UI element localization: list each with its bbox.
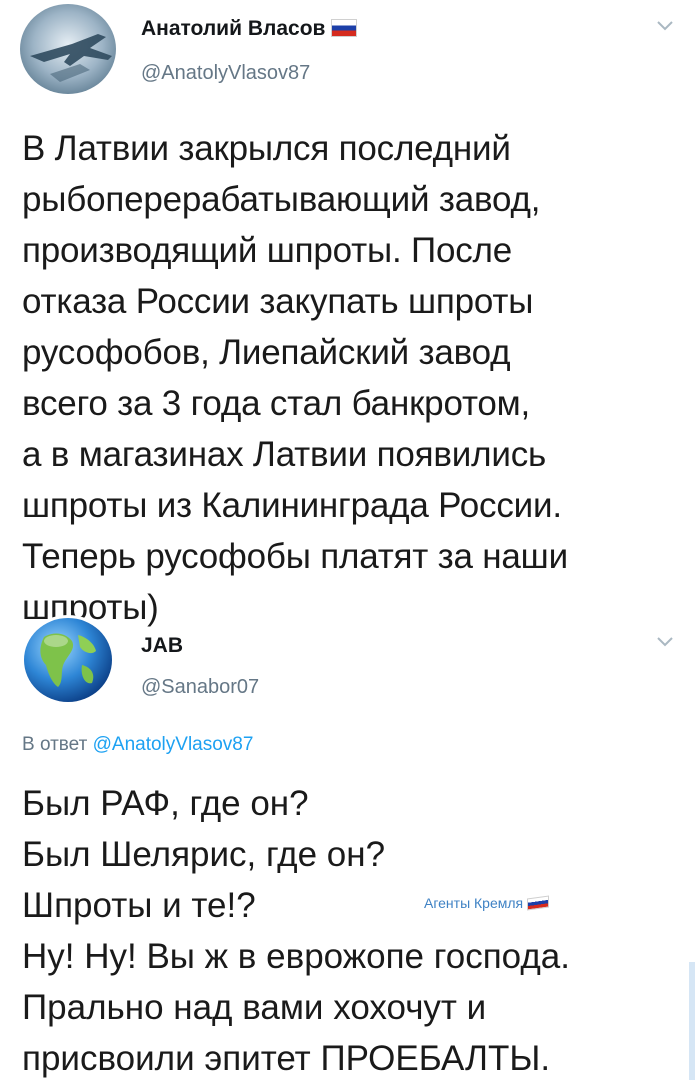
fighter-jet-avatar-icon <box>20 4 116 94</box>
reply-author-name[interactable]: JAB <box>141 634 183 658</box>
tweet-text-line: русофобов, Лиепайский завод <box>22 333 511 372</box>
tweet-author-name[interactable]: Анатолий Власов <box>141 17 358 41</box>
screenshot-page: Анатолий Власов @AnatolyVlasov87 В Латви… <box>0 0 695 1080</box>
chevron-down-icon[interactable] <box>656 20 674 32</box>
tweet-text-line: всего за 3 года стал банкротом, <box>22 384 531 423</box>
tweet-text-line: рыбоперерабатывающий завод, <box>22 180 541 219</box>
tweet-text-line: производящий шпроты. После <box>22 231 513 270</box>
tweet-text-line: Теперь русофобы платят за наши <box>22 537 568 576</box>
scrollbar[interactable] <box>689 962 695 1080</box>
russian-flag-icon <box>331 19 358 37</box>
watermark: Агенты Кремля <box>424 895 550 911</box>
reply-text-line: Прально над вами хохочут и <box>22 988 487 1027</box>
russian-flag-icon <box>527 895 550 911</box>
reply-author-handle[interactable]: @Sanabor07 <box>141 676 259 699</box>
tweet-text-line: а в магазинах Латвии появились <box>22 435 547 474</box>
tweet-text-line: шпроты) <box>22 588 159 627</box>
reply-to-line: В ответ @AnatolyVlasov87 <box>22 734 253 756</box>
tweet-author-avatar[interactable] <box>20 4 116 94</box>
reply-text-line: присвоили эпитет ПРОЕБАЛТЫ. <box>22 1039 551 1078</box>
reply-mention-link[interactable]: @AnatolyVlasov87 <box>93 734 254 755</box>
tweet-text: В Латвии закрылся последний рыбоперераба… <box>22 123 682 633</box>
watermark-text: Агенты Кремля <box>424 895 524 911</box>
reply-text: Был РАФ, где он? Был Шелярис, где он? Шп… <box>22 778 682 1080</box>
tweet-text-line: отказа России закупать шпроты <box>22 282 534 321</box>
reply-author-avatar[interactable] <box>20 615 116 705</box>
reply-text-line: Ну! Ну! Вы ж в еврожопе господа. <box>22 937 570 976</box>
chevron-down-icon[interactable] <box>656 636 674 648</box>
reply-text-line: Шпроты и те!? <box>22 886 256 925</box>
tweet-author-handle[interactable]: @AnatolyVlasov87 <box>141 62 310 85</box>
reply-prefix: В ответ <box>22 734 88 755</box>
reply-text-line: Был Шелярис, где он? <box>22 835 386 874</box>
tweet-text-line: В Латвии закрылся последний <box>22 129 511 168</box>
globe-avatar-icon <box>20 615 116 705</box>
reply-text-line: Был РАФ, где он? <box>22 784 309 823</box>
tweet-text-line: шпроты из Калининграда России. <box>22 486 562 525</box>
